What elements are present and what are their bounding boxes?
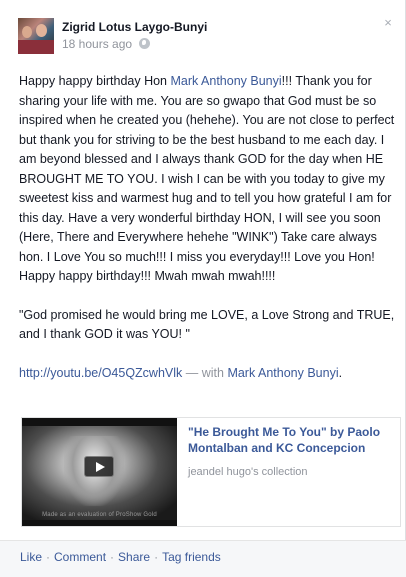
message-paragraph-3: http://youtu.be/O45QZcwhVlk — with Mark … bbox=[19, 364, 401, 384]
post-timestamp[interactable]: 18 hours ago bbox=[62, 37, 132, 51]
thumbnail-watermark: Made as an evaluation of ProShow Gold bbox=[42, 512, 157, 518]
timeline-post: Zigrid Lotus Laygo-Bunyi 18 hours ago × … bbox=[0, 0, 406, 577]
post-message: Happy happy birthday Hon Mark Anthony Bu… bbox=[19, 72, 401, 402]
post-footer: Like · Comment · Share · Tag friends bbox=[0, 540, 406, 577]
message-paragraph-2: "God promised he would bring me LOVE, a … bbox=[19, 307, 395, 342]
tag-friends-link[interactable]: Tag friends bbox=[162, 550, 221, 564]
attachment-info: "He Brought Me To You" by Paolo Montalba… bbox=[188, 424, 394, 478]
comment-link[interactable]: Comment bbox=[54, 550, 106, 564]
separator-dot: · bbox=[110, 550, 115, 564]
video-attachment[interactable]: Made as an evaluation of ProShow Gold "H… bbox=[21, 417, 401, 527]
message-text: Happy happy birthday Hon bbox=[19, 74, 171, 88]
period-text: . bbox=[338, 365, 343, 380]
with-friend-link[interactable]: Mark Anthony Bunyi bbox=[227, 366, 338, 380]
separator-dot: · bbox=[154, 550, 159, 564]
play-icon[interactable] bbox=[84, 456, 114, 477]
tagged-friend-link[interactable]: Mark Anthony Bunyi bbox=[170, 74, 281, 88]
share-link[interactable]: Share bbox=[118, 550, 150, 564]
youtube-link[interactable]: http://youtu.be/O45QZcwhVlk bbox=[19, 366, 182, 380]
message-text: !!! Thank you for sharing your life with… bbox=[19, 74, 395, 283]
post-header: Zigrid Lotus Laygo-Bunyi 18 hours ago × bbox=[18, 16, 395, 54]
author-avatar[interactable] bbox=[18, 18, 54, 54]
with-text: — with bbox=[182, 365, 228, 380]
attachment-title-link[interactable]: "He Brought Me To You" by Paolo Montalba… bbox=[188, 424, 394, 456]
author-name-link[interactable]: Zigrid Lotus Laygo-Bunyi bbox=[62, 20, 207, 34]
attachment-source: jeandel hugo's collection bbox=[188, 466, 308, 478]
message-paragraph-1: Happy happy birthday Hon Mark Anthony Bu… bbox=[19, 72, 401, 287]
separator-dot: · bbox=[46, 550, 51, 564]
close-icon[interactable]: × bbox=[381, 16, 395, 30]
like-link[interactable]: Like bbox=[20, 550, 42, 564]
globe-icon[interactable] bbox=[139, 38, 151, 49]
post-actions: Like · Comment · Share · Tag friends bbox=[20, 550, 221, 564]
post-meta: 18 hours ago bbox=[62, 37, 151, 51]
video-thumbnail[interactable]: Made as an evaluation of ProShow Gold bbox=[22, 418, 177, 526]
